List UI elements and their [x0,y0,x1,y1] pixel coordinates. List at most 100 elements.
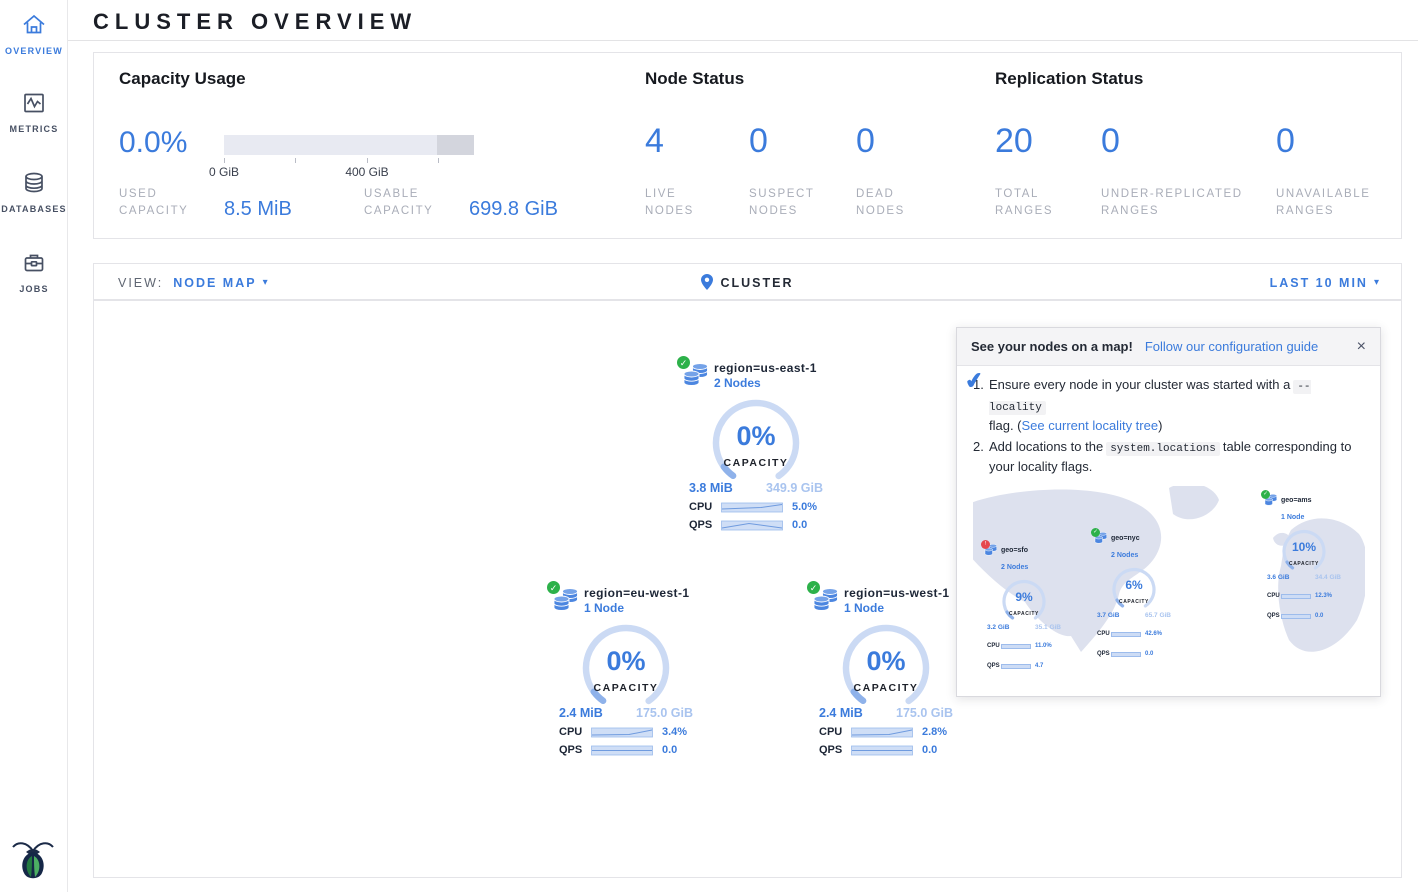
sidebar-item-databases[interactable]: DATABASES [0,170,68,214]
qps-value: 0.0 [662,744,677,756]
gauge-percent: 0% [820,646,952,677]
total-ranges-value: 20 [995,123,1033,159]
gauge-percent: 6% [1099,577,1169,595]
check-icon: ✓ [680,358,688,368]
close-icon[interactable]: × [1357,338,1366,356]
cpu-label: CPU [819,726,851,738]
usable-capacity-label: USABLE CAPACITY [364,186,454,220]
node-map-preview-image: ! geo=sfo 2 Nodes 9% CAPACITY [973,486,1365,682]
usable-capacity-value: 699.8 GiB [469,198,558,221]
step-text: ) [1158,418,1162,433]
capacity-tick-label: 400 GiB [334,165,400,179]
breadcrumb: CLUSTER [94,264,1401,301]
node-region-label: region=eu-west-1 [584,586,705,600]
cpu-value: 12.3% [1315,588,1332,606]
cpu-label: CPU [1267,588,1281,606]
cpu-label: CPU [1097,626,1111,644]
cpu-value: 42.6% [1145,626,1162,644]
used-capacity-label: USED CAPACITY [119,186,209,220]
qps-label: QPS [819,744,851,756]
node-count-link[interactable]: 2 Nodes [714,376,835,390]
cpu-sparkline [1001,644,1031,649]
gauge-capacity-label: CAPACITY [690,457,822,469]
node-count-link[interactable]: 1 Node [844,601,965,615]
home-icon [21,12,47,38]
gauge-capacity-label: CAPACITY [820,682,952,694]
dead-nodes-value: 0 [856,123,875,159]
node-geo-label: geo=ams [1281,492,1347,510]
node-count: 2 Nodes [1111,547,1177,565]
configuration-guide-link[interactable]: Follow our configuration guide [1145,339,1318,354]
cpu-value: 5.0% [792,501,817,513]
suspect-nodes-value: 0 [749,123,768,159]
map-pin-icon [701,274,713,290]
cpu-sparkline [721,502,783,513]
sidebar-item-jobs[interactable]: JOBS [0,250,68,294]
capacity-bar [224,135,474,155]
node-count-link[interactable]: 1 Node [584,601,705,615]
page-title: CLUSTER OVERVIEW [68,0,1418,35]
qps-label: QPS [987,658,1001,676]
breadcrumb-cluster[interactable]: CLUSTER [720,276,793,290]
step-number: 2. [973,438,984,456]
cpu-value: 3.4% [662,726,687,738]
sidebar-item-label: METRICS [0,124,68,134]
node-live-badge: ✓ [676,355,691,370]
step-text: Ensure every node in your cluster was st… [989,377,1290,392]
locality-tree-link[interactable]: See current locality tree [1022,418,1159,433]
capacity-tick [438,158,439,163]
node-region-label: region=us-east-1 [714,361,835,375]
sidebar-item-overview[interactable]: OVERVIEW [0,12,68,56]
time-range-value[interactable]: LAST 10 MIN [1270,276,1368,290]
sidebar-item-label: OVERVIEW [0,46,68,56]
preview-node-sfo: ! geo=sfo 2 Nodes 9% CAPACITY [981,542,1067,676]
chevron-down-icon[interactable]: ▾ [1374,277,1379,288]
completed-check-icon: ✔ [964,371,985,391]
gauge-capacity-label: CAPACITY [1099,594,1169,612]
node-map-panel: ✓ region=us-east-1 2 Nodes 0% CAPACITY 3… [93,300,1402,878]
tooltip-title: See your nodes on a map! [971,339,1133,354]
cpu-label: CPU [559,726,591,738]
cpu-label: CPU [987,638,1001,656]
time-range-selector[interactable]: LAST 10 MIN ▾ [1270,264,1379,301]
gauge-percent: 10% [1269,539,1339,557]
qps-value: 0.0 [1145,646,1153,664]
jobs-icon [21,250,47,276]
cpu-sparkline [851,727,913,738]
node-header[interactable]: ✓ region=us-west-1 1 Node [807,582,965,618]
tooltip-header: See your nodes on a map! Follow our conf… [957,328,1380,366]
node-region-label: region=us-west-1 [844,586,965,600]
preview-node-nyc: ✓ geo=nyc 2 Nodes 6% CAPACITY [1091,530,1177,664]
live-nodes-label: LIVE NODES [645,186,725,220]
node-header[interactable]: ✓ region=us-east-1 2 Nodes [677,357,835,393]
capacity-tick [224,158,225,163]
cpu-sparkline [1111,632,1141,637]
gauge-percent: 0% [690,421,822,452]
used-capacity-value: 8.5 MiB [224,198,292,221]
capacity-tick [367,158,368,163]
node-header[interactable]: ✓ region=eu-west-1 1 Node [547,582,705,618]
sidebar-item-metrics[interactable]: METRICS [0,90,68,134]
total-ranges-label: TOTAL RANGES [995,186,1075,220]
node-live-badge: ✓ [1091,528,1100,537]
step-text: flag. ( [989,418,1022,433]
capacity-tick-label: 0 GiB [199,165,249,179]
node-count: 1 Node [1281,509,1347,527]
capacity-usage-title: Capacity Usage [119,69,246,89]
capacity-bar-reserved-segment [437,135,474,155]
sidebar-item-label: DATABASES [0,204,68,214]
sidebar: OVERVIEW METRICS DATABASES JOBS [0,0,68,892]
system-locations-code: system.locations [1106,442,1220,456]
qps-value: 0.0 [1315,608,1323,626]
node-live-badge: ✓ [806,580,821,595]
cpu-sparkline [591,727,653,738]
gauge-capacity-label: CAPACITY [1269,556,1339,574]
node-status-title: Node Status [645,69,744,89]
cpu-value: 11.0% [1035,638,1052,656]
gauge-capacity-label: CAPACITY [989,606,1059,624]
step-text: Add locations to the [989,439,1103,454]
capacity-gauge: 0% CAPACITY [560,622,692,718]
cpu-sparkline [1281,594,1311,599]
map-node-us-west-1: ✓ region=us-west-1 1 Node 0% CAPACITY 2.… [807,582,965,756]
qps-sparkline [591,745,653,756]
